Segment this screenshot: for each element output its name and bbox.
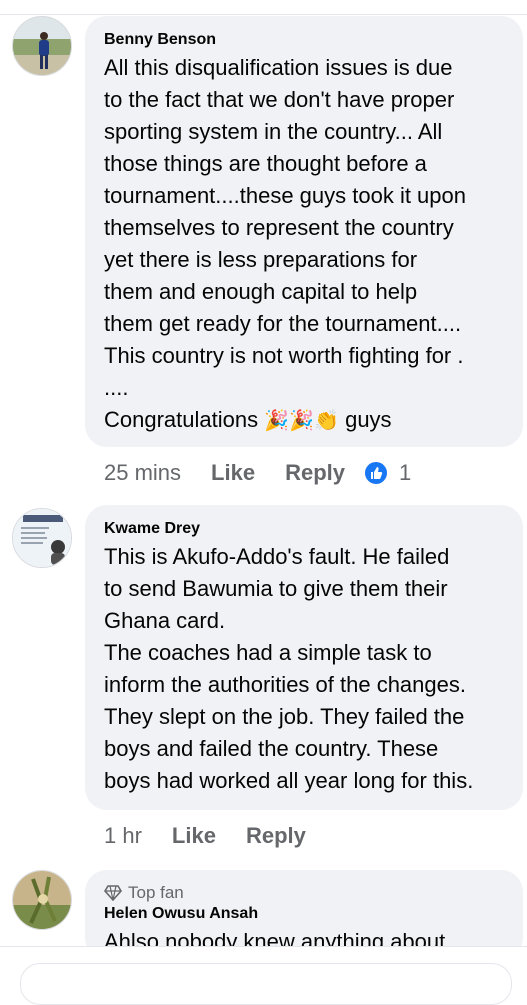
comment-time[interactable]: 1 hr [104,822,142,850]
diamond-icon [104,885,122,901]
celebration-emojis: 🎉🎉👏 [264,408,339,432]
comment-actions: 25 mins Like Reply 1 [104,459,411,487]
comment-input[interactable] [20,963,512,1005]
reply-button[interactable]: Reply [246,822,306,850]
avatar-image [13,871,71,929]
avatar[interactable] [12,508,72,568]
reaction-count[interactable]: 1 [399,459,411,487]
avatar-image [13,17,71,75]
comment-actions: 1 hr Like Reply [104,822,306,850]
thumbs-up-icon[interactable] [363,460,389,486]
like-button[interactable]: Like [211,459,255,487]
comment-author[interactable]: Benny Benson [104,30,505,50]
avatar[interactable] [12,870,72,930]
comment-text: This is Akufo-Addo's fault. He failed to… [104,544,474,793]
avatar[interactable] [12,16,72,76]
like-button[interactable]: Like [172,822,216,850]
top-divider [0,0,527,15]
comment-text: All this disqualification issues is due … [104,52,505,436]
top-fan-badge: Top fan [104,882,505,904]
comment-time[interactable]: 25 mins [104,459,181,487]
comment-author[interactable]: Helen Owusu Ansah [104,904,505,924]
avatar-image [13,509,71,567]
comment-author[interactable]: Kwame Drey [104,519,505,539]
comment-bubble: Kwame Drey This is Akufo-Addo's fault. H… [85,505,523,810]
reply-button[interactable]: Reply [285,459,345,487]
comment-body: All this disqualification issues is due … [104,55,467,432]
comment-tail: guys [345,407,392,432]
comment-composer-bar [0,946,527,1005]
top-fan-label: Top fan [128,883,184,902]
comment-bubble: Benny Benson All this disqualification i… [85,16,523,447]
